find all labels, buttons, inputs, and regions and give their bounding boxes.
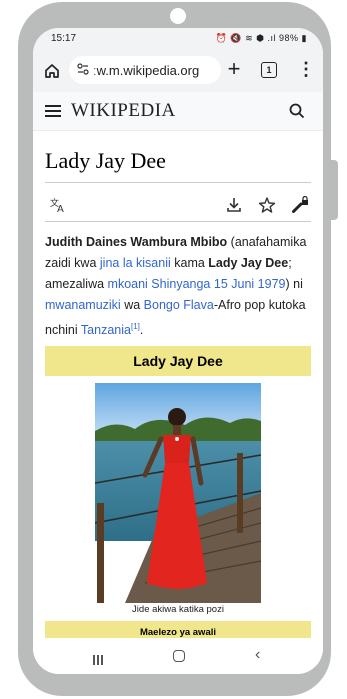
android-nav-bar: ‹: [33, 638, 323, 674]
intro-text: wa: [120, 298, 144, 312]
menu-icon[interactable]: [45, 105, 61, 117]
infobox-title: Lady Jay Dee: [45, 346, 311, 376]
status-time: 15:17: [51, 33, 77, 44]
status-indicators: ⏰ 🔇 ≋ ⬢ .ıl: [215, 33, 276, 43]
browser-toolbar: ːw.m.wikipedia.org + 1 ⋮: [33, 48, 323, 92]
phone-side-button: [331, 160, 338, 220]
wikipedia-wordmark[interactable]: WIKIPEDIA: [71, 100, 176, 122]
link-1979[interactable]: 1979: [258, 277, 286, 291]
recents-icon[interactable]: [93, 652, 105, 665]
intro-text: ) ni: [285, 277, 303, 291]
link-bongo-flava[interactable]: Bongo Flava: [144, 298, 214, 312]
intro-text: .: [139, 323, 144, 338]
home-nav-icon[interactable]: [173, 650, 185, 662]
phone-screen: 15:17 ⏰ 🔇 ≋ ⬢ .ıl 98% ▮ ːw.m.wikipedia.o…: [33, 28, 323, 674]
status-bar: 15:17 ⏰ 🔇 ≋ ⬢ .ıl 98% ▮: [33, 28, 323, 48]
link-mkoani-shinyanga[interactable]: mkoani Shinyanga: [108, 277, 211, 291]
battery-icon: ▮: [301, 33, 307, 43]
back-icon[interactable]: ‹: [255, 646, 260, 664]
title-divider: [45, 182, 311, 183]
status-icons: ⏰ 🔇 ≋ ⬢ .ıl 98% ▮: [216, 33, 307, 44]
home-button[interactable]: [41, 60, 63, 82]
intro-text: kama: [170, 256, 209, 270]
stage-name: Lady Jay Dee: [208, 256, 289, 270]
wikipedia-header: WIKIPEDIA: [33, 92, 323, 131]
toolbar-divider: [45, 221, 311, 222]
more-menu-icon[interactable]: ⋮: [297, 58, 315, 82]
language-icon[interactable]: 文 A: [49, 196, 67, 214]
svg-text:A: A: [57, 204, 64, 214]
subject-name: Judith Daines Wambura Mbibo: [45, 235, 228, 249]
page-title: Lady Jay Dee: [45, 148, 166, 173]
reference-link[interactable]: [1]: [131, 322, 140, 331]
infobox-photo[interactable]: [95, 383, 261, 603]
url-text[interactable]: ːw.m.wikipedia.org: [93, 63, 199, 78]
photo-caption: Jide akiwa katika pozi: [132, 604, 224, 615]
link-mwanamuziki[interactable]: mwanamuziki: [45, 298, 121, 312]
link-15-juni[interactable]: 15 Juni: [214, 277, 254, 291]
watch-star-icon[interactable]: [258, 196, 276, 214]
home-icon: [45, 64, 59, 78]
front-camera: [170, 8, 186, 24]
link-jina-la-kisanii[interactable]: jina la kisanii: [100, 256, 171, 270]
site-settings-icon[interactable]: [77, 63, 89, 78]
link-tanzania[interactable]: Tanzania: [81, 323, 131, 337]
search-icon[interactable]: [289, 103, 305, 119]
download-icon[interactable]: [225, 196, 243, 214]
battery-level: 98%: [279, 33, 299, 43]
intro-paragraph: Judith Daines Wambura Mbibo (anafahamika…: [45, 232, 315, 341]
address-bar[interactable]: ːw.m.wikipedia.org: [69, 56, 221, 84]
tab-switcher-button[interactable]: 1: [261, 62, 277, 78]
edit-lock-icon[interactable]: [291, 196, 309, 214]
new-tab-button[interactable]: +: [223, 57, 245, 81]
